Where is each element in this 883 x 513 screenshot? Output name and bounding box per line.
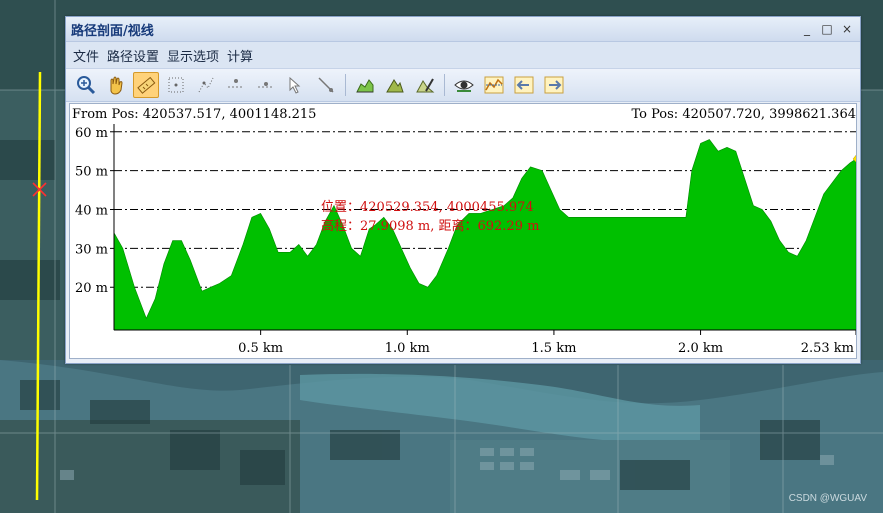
toolbar-separator <box>345 74 346 96</box>
pointer-select-icon[interactable] <box>283 72 309 98</box>
x-tick-label: 0.5 km <box>238 341 283 356</box>
viewshed-eye-icon[interactable] <box>451 72 477 98</box>
cursor-position-readout: 位置：420529.354, 4000455.974 <box>321 200 534 215</box>
arrow-right-icon[interactable] <box>541 72 567 98</box>
y-tick-label: 40 m <box>75 204 108 219</box>
menu-compute[interactable]: 计算 <box>227 46 253 65</box>
window-titlebar[interactable]: 路径剖面/视线 _ □ × <box>66 17 860 42</box>
y-tick-label: 20 m <box>75 281 108 296</box>
cursor-elevation-readout: 高程：27.9098 m, 距离：692.29 m <box>321 218 539 234</box>
point-line-icon[interactable] <box>223 72 249 98</box>
menu-bar: 文件 路径设置 显示选项 计算 <box>66 42 860 69</box>
terrain-icon[interactable] <box>382 72 408 98</box>
y-tick-label: 30 m <box>75 242 108 257</box>
toolbar-separator <box>444 74 445 96</box>
window-title: 路径剖面/视线 <box>71 23 154 39</box>
watermark: CSDN @WGUAV <box>788 493 867 504</box>
x-tick-label: 2.53 km <box>801 341 854 356</box>
terrain-edit-icon[interactable] <box>412 72 438 98</box>
dotted-path-icon[interactable] <box>193 72 219 98</box>
menu-path-settings[interactable]: 路径设置 <box>107 46 159 65</box>
pan-hand-icon[interactable] <box>103 72 129 98</box>
profile-window[interactable]: 路径剖面/视线 _ □ × 文件 路径设置 显示选项 计算 From Pos: … <box>65 16 861 364</box>
minimize-button[interactable]: _ <box>800 22 814 36</box>
y-tick-label: 60 m <box>75 126 108 141</box>
x-tick-label: 1.0 km <box>385 341 430 356</box>
line-of-sight-icon[interactable] <box>481 72 507 98</box>
y-tick-label: 50 m <box>75 165 108 180</box>
elevation-area <box>113 139 856 331</box>
profile-chart-icon[interactable] <box>352 72 378 98</box>
maximize-button[interactable]: □ <box>820 22 834 36</box>
from-position-label: From Pos: 420537.517, 4001148.215 <box>72 107 316 122</box>
menu-file[interactable]: 文件 <box>73 46 99 65</box>
point-line-2-icon[interactable] <box>253 72 279 98</box>
to-position-label: To Pos: 420507.720, 3998621.364 <box>631 107 856 122</box>
dotted-select-icon[interactable] <box>163 72 189 98</box>
toolbar <box>66 69 860 102</box>
menu-display-options[interactable]: 显示选项 <box>167 46 219 65</box>
line-pick-icon[interactable] <box>313 72 339 98</box>
profile-plot[interactable]: From Pos: 420537.517, 4001148.215 To Pos… <box>69 103 857 359</box>
close-button[interactable]: × <box>840 22 854 36</box>
arrow-left-icon[interactable] <box>511 72 537 98</box>
x-tick-label: 2.0 km <box>678 341 723 356</box>
zoom-in-icon[interactable] <box>73 72 99 98</box>
measure-ruler-icon[interactable] <box>133 72 159 98</box>
x-tick-label: 1.5 km <box>531 341 576 356</box>
